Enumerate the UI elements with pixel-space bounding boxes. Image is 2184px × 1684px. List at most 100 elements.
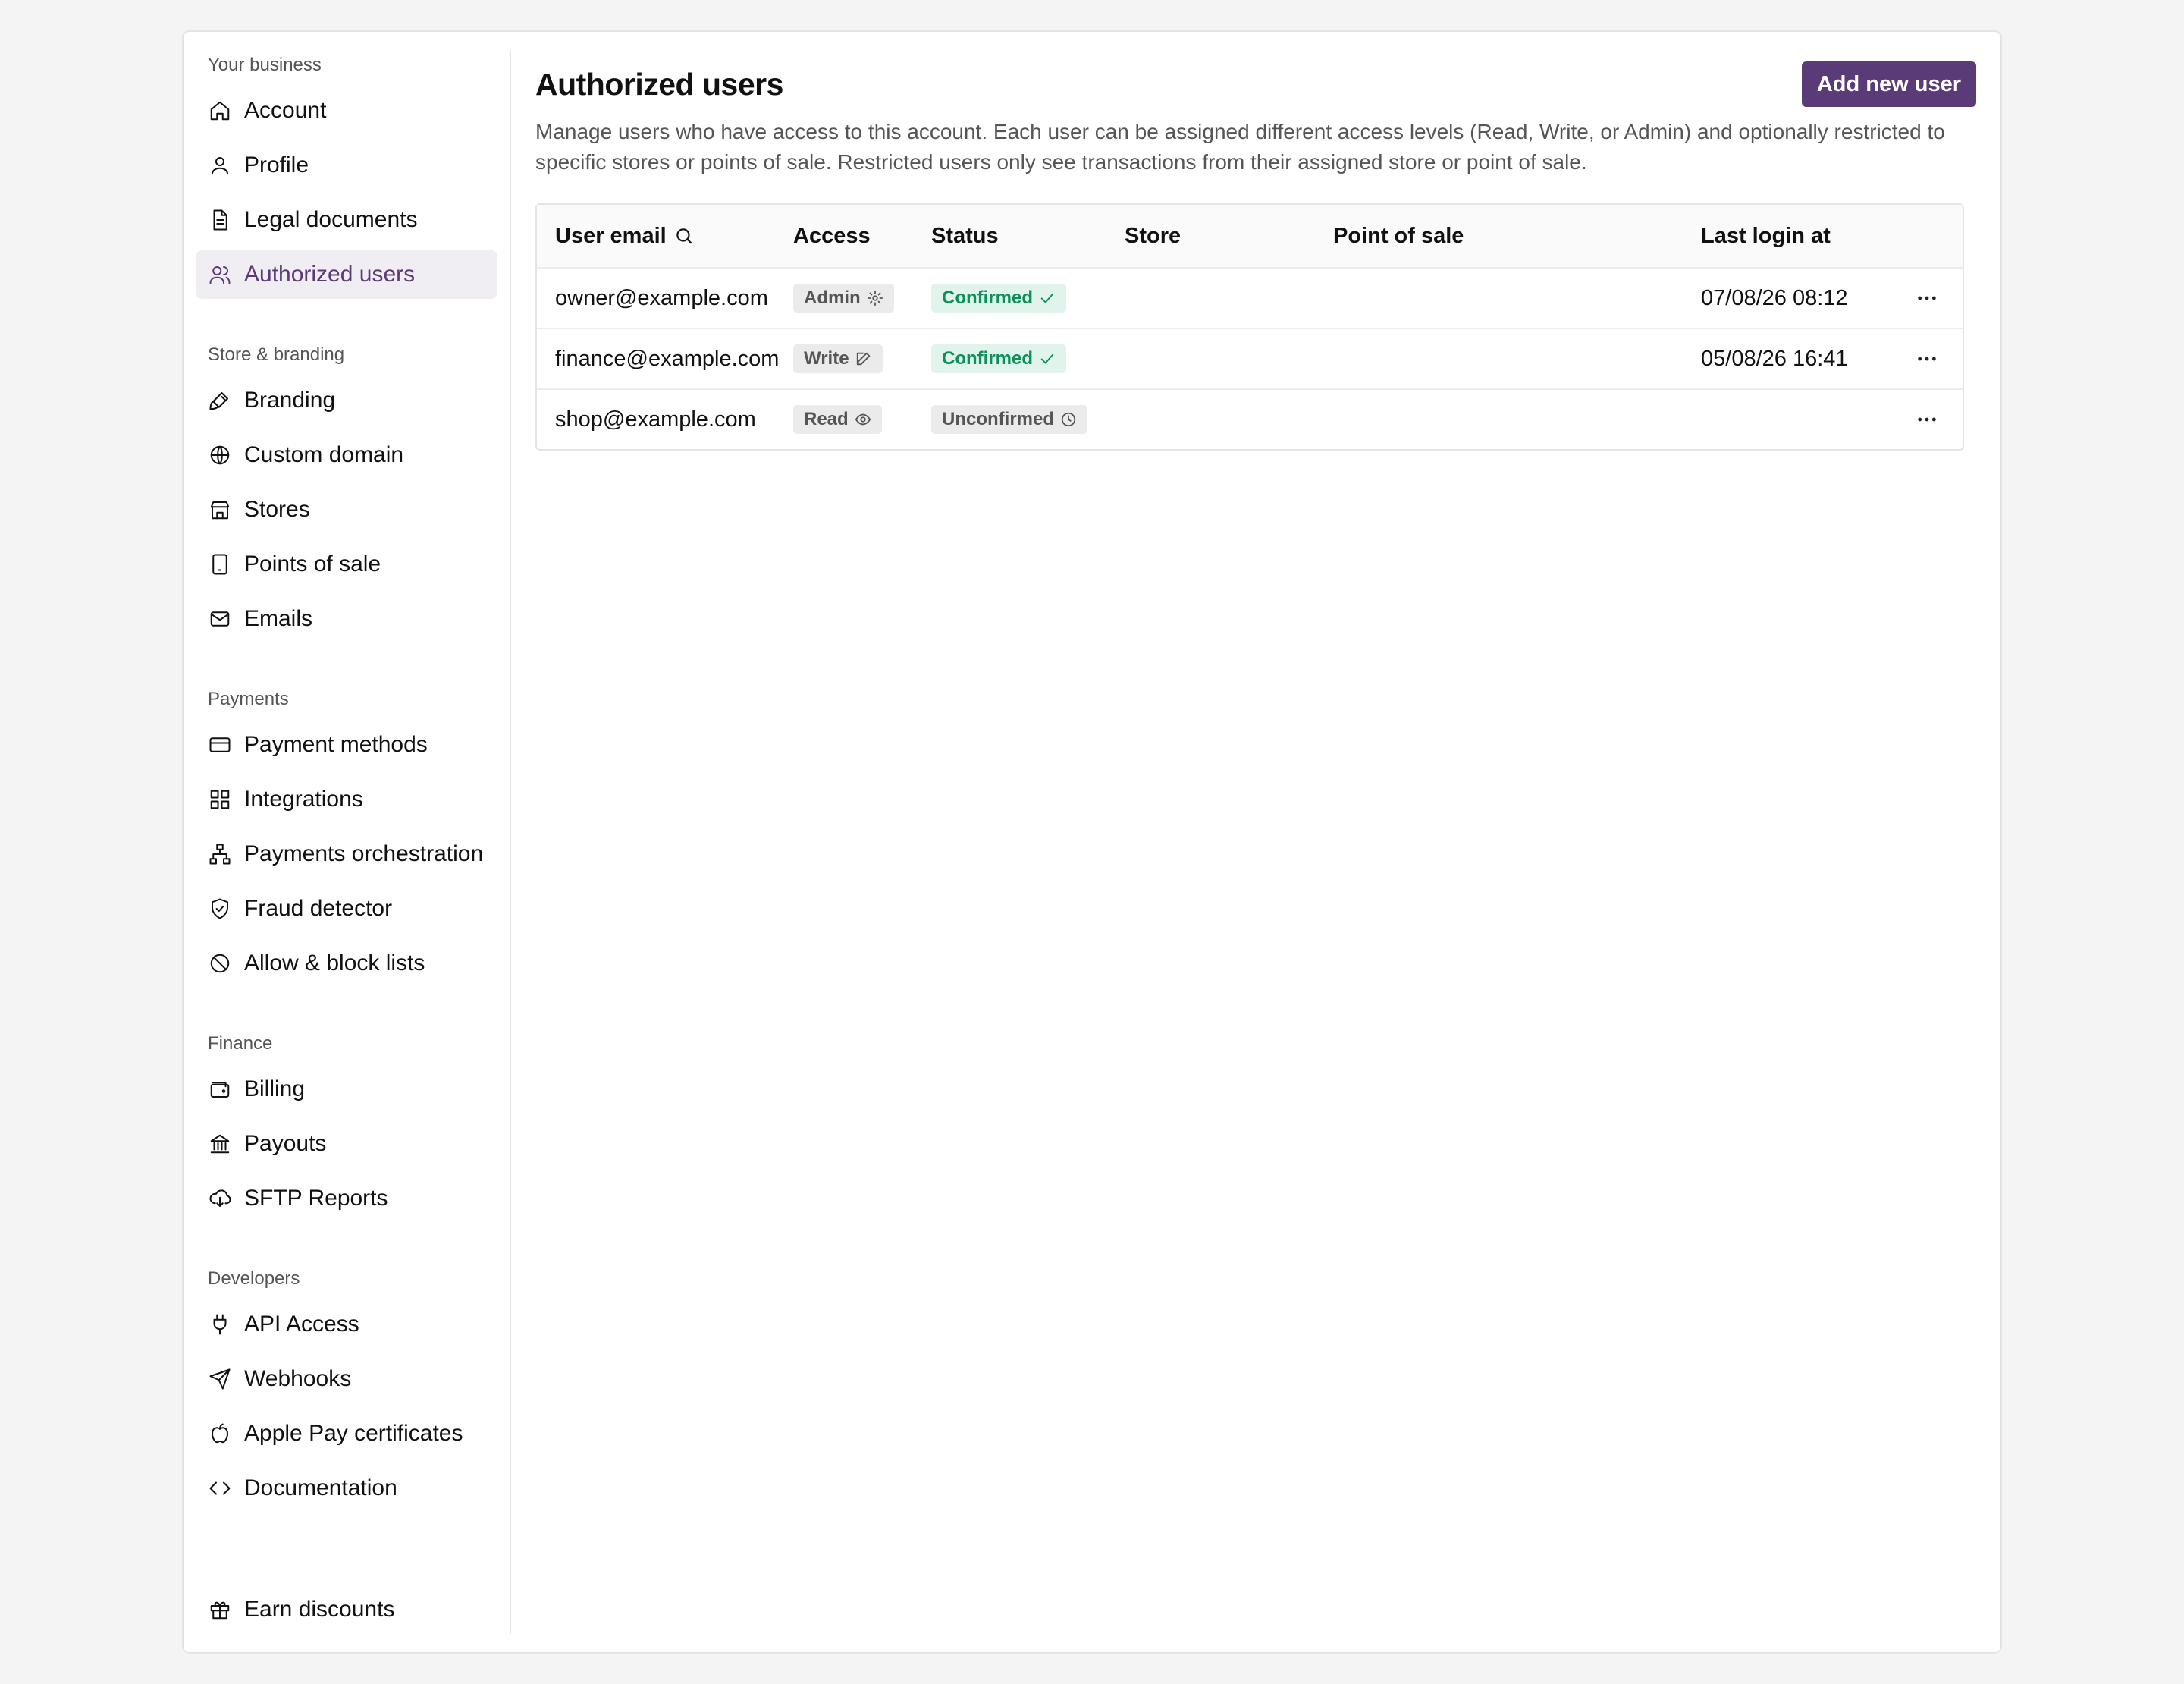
- column-header-point-of-sale: Point of sale: [1333, 223, 1464, 248]
- plug-icon: [208, 1312, 232, 1337]
- more-horizontal-icon: [1917, 357, 1936, 361]
- sidebar-item-profile[interactable]: Profile: [196, 141, 497, 190]
- sidebar-item-label: Payouts: [244, 1131, 327, 1156]
- sidebar-item-branding[interactable]: Branding: [196, 376, 497, 425]
- sidebar-item-label: Legal documents: [244, 207, 418, 232]
- actions-cell: [1891, 404, 1963, 435]
- table-row[interactable]: shop@example.com Read Unconfirmed: [537, 388, 1963, 449]
- access-cell: Read: [793, 405, 931, 434]
- table-row[interactable]: finance@example.com Write Confirmed 05/08/2…: [537, 328, 1963, 388]
- check-icon: [1040, 353, 1054, 364]
- status-cell: Confirmed: [931, 344, 1125, 373]
- sidebar-item-legal-documents[interactable]: Legal documents: [196, 196, 497, 244]
- sidebar-item-stores[interactable]: Stores: [196, 485, 497, 534]
- sidebar-section-finance: Finance Billing Payouts SFTP Reports: [196, 1029, 497, 1223]
- sidebar-item-label: Payment methods: [244, 732, 428, 757]
- status-badge: Unconfirmed: [931, 405, 1088, 434]
- settings-card: Your business Account Profile Legal documen…: [182, 30, 2002, 1654]
- sidebar-section-title: Your business: [208, 55, 322, 75]
- grid-icon: [210, 790, 230, 809]
- status-badge: Confirmed: [931, 284, 1066, 313]
- network-icon: [208, 842, 232, 866]
- sidebar-item-payouts[interactable]: Payouts: [196, 1120, 497, 1168]
- column-header-user-email[interactable]: User email: [537, 224, 793, 249]
- credit-card-icon: [208, 733, 232, 757]
- actions-cell: [1891, 283, 1963, 313]
- more-actions-button[interactable]: [1912, 344, 1942, 374]
- sidebar-item-label: Points of sale: [244, 551, 381, 577]
- shield-check-icon: [208, 897, 232, 921]
- bank-icon: [210, 1134, 230, 1154]
- last-login-cell: 07/08/26 08:12: [1701, 285, 1848, 310]
- sidebar-section-title: Finance: [208, 1033, 273, 1054]
- users-icon: [208, 262, 232, 287]
- sidebar-item-allow-and-block-lists[interactable]: Allow & block lists: [196, 939, 497, 988]
- store-icon: [208, 498, 232, 522]
- sidebar-section-developers: Developers API Access Webhooks Apple Pay ce…: [196, 1264, 497, 1513]
- brush-icon: [208, 388, 232, 413]
- edit-icon: [856, 352, 870, 366]
- table-row[interactable]: owner@example.com Admin Confirmed 07/08/26 …: [537, 267, 1963, 328]
- globe-icon: [208, 443, 232, 467]
- column-header-access: Access: [793, 223, 871, 248]
- sidebar-item-emails[interactable]: Emails: [196, 595, 497, 643]
- sidebar-item-payments-orchestration[interactable]: Payments orchestration: [196, 830, 497, 878]
- more-actions-button[interactable]: [1912, 404, 1942, 435]
- more-horizontal-icon: [1917, 296, 1936, 300]
- sidebar-item-payment-methods[interactable]: Payment methods: [196, 721, 497, 769]
- code-icon: [209, 1481, 231, 1495]
- shield-check-icon: [212, 898, 228, 919]
- sidebar-item-fraud-detector[interactable]: Fraud detector: [196, 884, 497, 933]
- sidebar-section-title: Store & branding: [208, 344, 345, 365]
- sidebar-section-your-business: Your business Account Profile Legal documen…: [196, 50, 497, 299]
- credit-card-icon: [209, 737, 231, 752]
- apple-icon: [208, 1422, 232, 1446]
- add-new-user-button[interactable]: Add new user: [1801, 61, 1976, 107]
- sidebar-item-label: Account: [244, 98, 327, 123]
- ban-icon: [208, 951, 232, 976]
- main-content: Authorized users Add new user Manage use…: [511, 32, 2000, 1652]
- sidebar-item-account[interactable]: Account: [196, 86, 497, 135]
- page-header: Authorized users Add new user: [535, 61, 1976, 107]
- sidebar-item-api-access[interactable]: API Access: [196, 1300, 497, 1349]
- actions-cell: [1891, 344, 1963, 374]
- sidebar-item-label: Apple Pay certificates: [244, 1421, 463, 1446]
- column-header-store: Store: [1125, 223, 1181, 248]
- sidebar-item-label: Webhooks: [244, 1366, 352, 1391]
- clock-icon: [1061, 412, 1076, 427]
- table-header-row: User email Access Status Store Point of …: [537, 205, 1963, 267]
- search-icon[interactable]: [674, 226, 694, 246]
- sidebar-item-webhooks[interactable]: Webhooks: [196, 1355, 497, 1403]
- sidebar-item-earn-discounts[interactable]: Earn discounts: [196, 1585, 497, 1634]
- document-icon: [208, 208, 232, 232]
- access-badge: Write: [793, 344, 883, 373]
- table-body: owner@example.com Admin Confirmed 07/08/26 …: [537, 267, 1963, 449]
- bank-icon: [208, 1132, 232, 1156]
- cloud-download-icon: [209, 1189, 231, 1207]
- sidebar-item-custom-domain[interactable]: Custom domain: [196, 431, 497, 479]
- user-email: shop@example.com: [555, 407, 756, 432]
- wallet-icon: [208, 1077, 232, 1101]
- sidebar-item-integrations[interactable]: Integrations: [196, 775, 497, 824]
- sidebar-item-label: Allow & block lists: [244, 950, 425, 976]
- sidebar-item-authorized-users[interactable]: Authorized users: [196, 250, 497, 299]
- more-actions-button[interactable]: [1912, 283, 1942, 313]
- status-badge: Confirmed: [931, 344, 1066, 373]
- sidebar-item-label: Authorized users: [244, 262, 416, 287]
- sidebar-item-sftp-reports[interactable]: SFTP Reports: [196, 1174, 497, 1223]
- status-cell: Unconfirmed: [931, 405, 1125, 434]
- mail-icon: [210, 611, 230, 627]
- users-table: User email Access Status Store Point of …: [535, 203, 1964, 451]
- sidebar-item-points-of-sale[interactable]: Points of sale: [196, 540, 497, 589]
- gear-icon: [867, 290, 883, 306]
- home-icon: [208, 99, 232, 123]
- sidebar-item-label: Integrations: [244, 787, 363, 812]
- sidebar-section-payments: Payments Payment methods Integrations Payme…: [196, 684, 497, 988]
- sidebar-item-documentation[interactable]: Documentation: [196, 1464, 497, 1513]
- sidebar-item-label: Branding: [244, 388, 336, 413]
- send-icon: [209, 1368, 231, 1390]
- sidebar-item-billing[interactable]: Billing: [196, 1065, 497, 1114]
- column-header-last-login: Last login at: [1701, 223, 1831, 248]
- access-badge: Admin: [793, 284, 894, 313]
- sidebar-item-apple-pay-certificates[interactable]: Apple Pay certificates: [196, 1409, 497, 1458]
